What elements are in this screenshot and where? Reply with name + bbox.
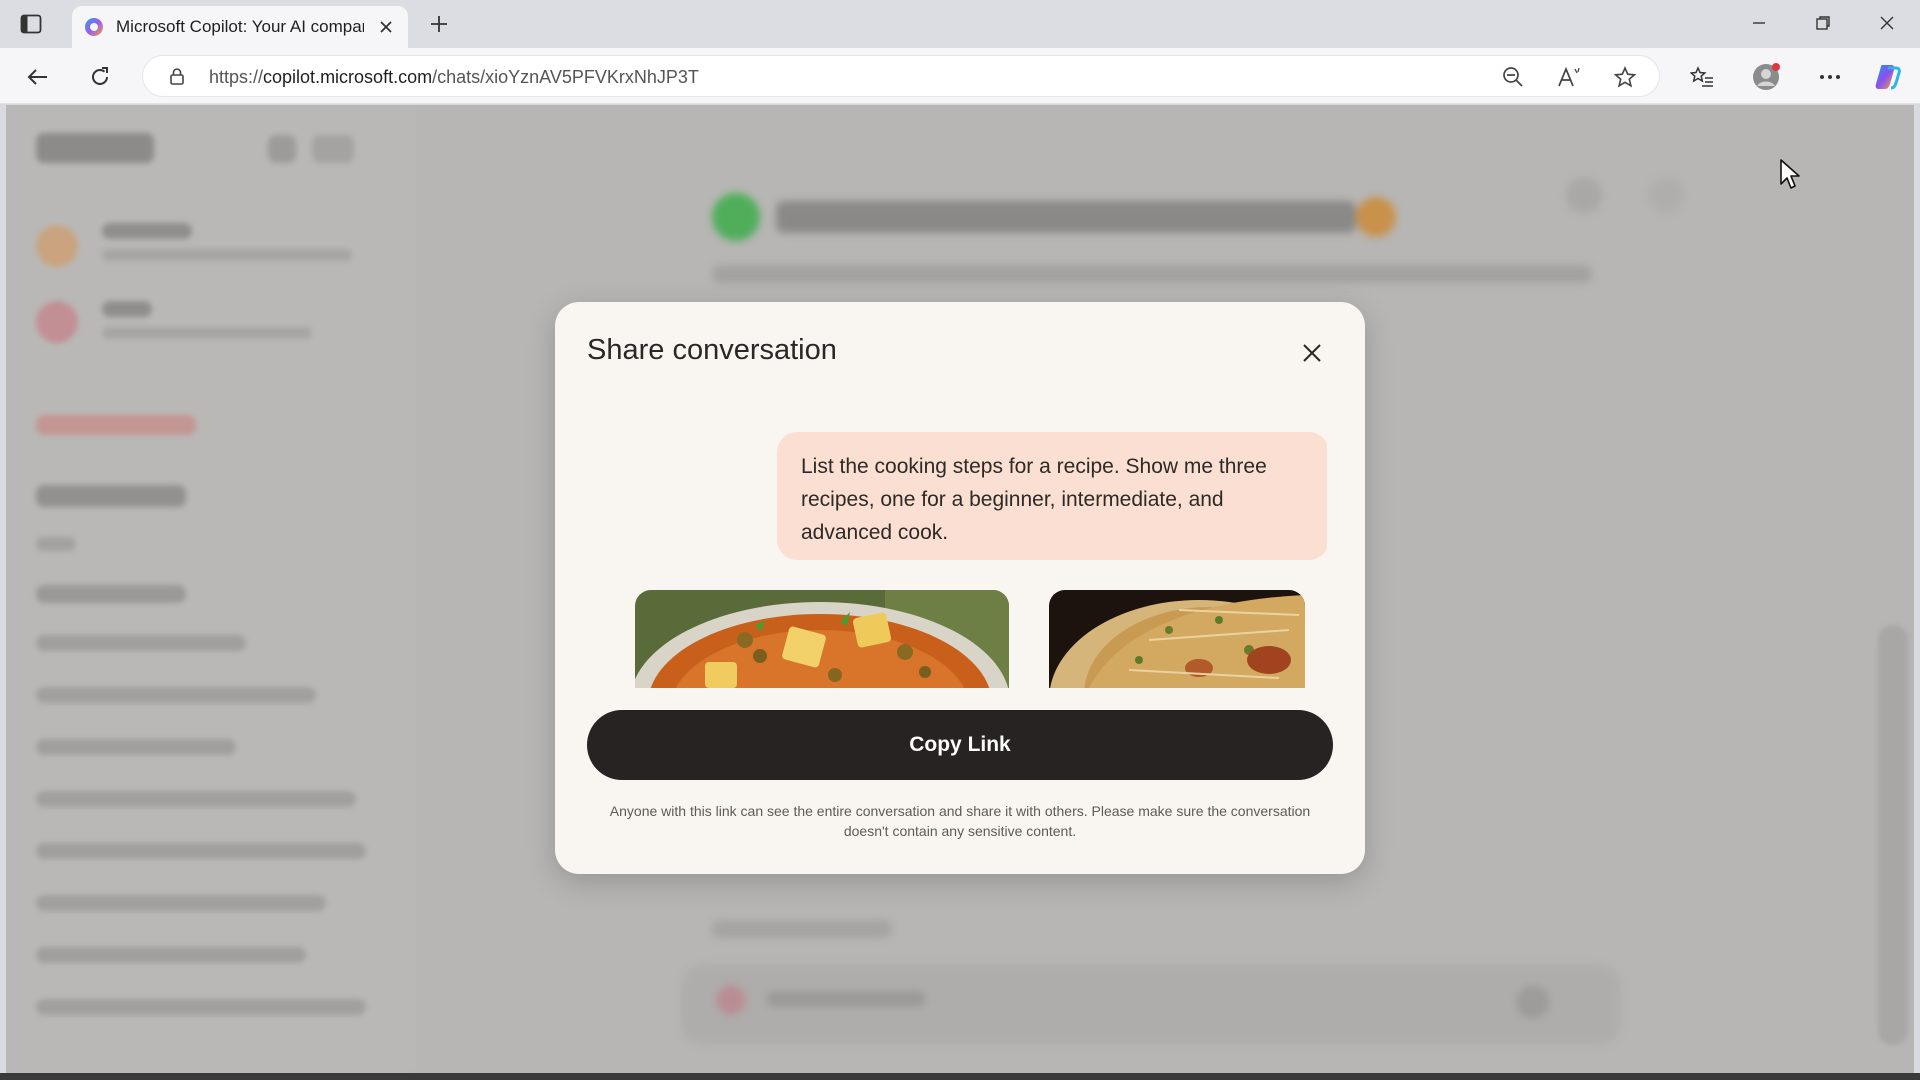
profile-icon[interactable] — [1750, 61, 1782, 93]
blurred-sidebar — [6, 105, 416, 1073]
recipe-image-biryani — [1049, 590, 1305, 688]
more-icon[interactable] — [1814, 61, 1846, 93]
refresh-icon[interactable] — [84, 61, 116, 93]
taskbar-edge — [0, 1073, 1920, 1080]
close-icon[interactable] — [1299, 340, 1325, 366]
plus-icon[interactable] — [426, 11, 452, 37]
share-disclaimer: Anyone with this link can see the entire… — [609, 803, 1311, 839]
read-aloud-icon[interactable] — [1557, 65, 1581, 89]
user-message-bubble: List the cooking steps for a recipe. Sho… — [777, 432, 1327, 560]
back-icon[interactable] — [22, 61, 54, 93]
tab-actions-icon[interactable] — [18, 12, 44, 36]
address-bar[interactable]: https://copilot.microsoft.com/chats/xioY… — [142, 55, 1660, 97]
favorites-list-icon[interactable] — [1686, 61, 1718, 93]
close-window-icon[interactable] — [1872, 10, 1902, 36]
lock-icon[interactable] — [167, 66, 187, 86]
active-tab[interactable]: Microsoft Copilot: Your AI companion — [72, 6, 408, 48]
mouse-cursor-icon — [1780, 159, 1800, 189]
copilot-favicon — [85, 18, 103, 36]
tab-title: Microsoft Copilot: Your AI companion — [116, 17, 364, 36]
browser-window: Microsoft Copilot: Your AI companion htt… — [0, 0, 1920, 1080]
url-path: /chats/xioYznAV5PFVKrxNhJP3T — [432, 67, 699, 87]
minimize-icon[interactable] — [1744, 10, 1774, 36]
url-scheme: https:// — [209, 67, 264, 87]
conversation-preview[interactable]: List the cooking steps for a recipe. Sho… — [587, 398, 1327, 688]
copy-link-button[interactable]: Copy Link — [587, 710, 1333, 780]
share-conversation-dialog: Share conversation List the cooking step… — [555, 302, 1365, 874]
page-scrollbar[interactable] — [1878, 625, 1908, 1045]
close-icon[interactable] — [376, 17, 396, 37]
dialog-title: Share conversation — [587, 334, 837, 366]
zoom-out-icon[interactable] — [1501, 65, 1525, 89]
navigation-toolbar: https://copilot.microsoft.com/chats/xioY… — [0, 48, 1920, 104]
url-text[interactable]: https://copilot.microsoft.com/chats/xioY… — [209, 67, 699, 88]
copilot-icon[interactable] — [1872, 61, 1904, 93]
url-host: copilot.microsoft.com — [263, 67, 433, 87]
tab-bar: Microsoft Copilot: Your AI companion — [0, 0, 1920, 48]
favorite-star-icon[interactable] — [1613, 65, 1637, 89]
restore-icon[interactable] — [1808, 10, 1838, 36]
recipe-image-curry — [635, 590, 1009, 688]
